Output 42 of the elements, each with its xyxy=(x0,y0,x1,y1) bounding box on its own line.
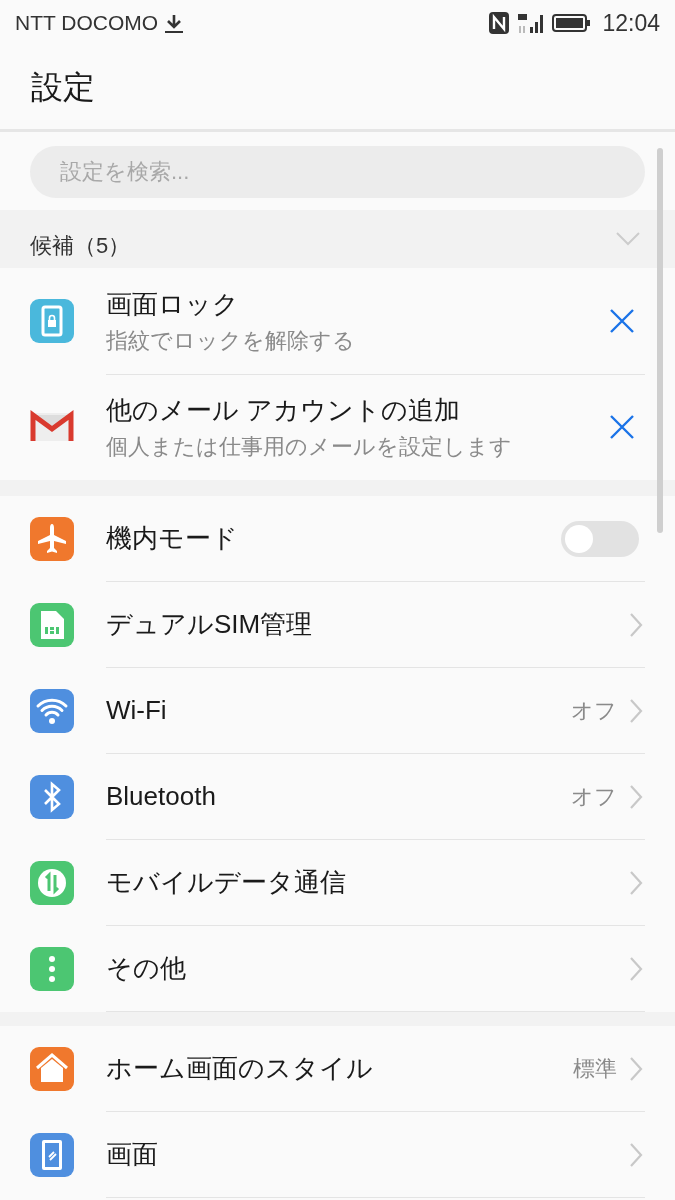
wifi-icon xyxy=(30,689,74,733)
chevron-right-icon xyxy=(629,611,643,638)
toggle-switch[interactable] xyxy=(561,520,639,557)
setting-label: モバイルデータ通信 xyxy=(106,866,347,899)
chevron-right-icon xyxy=(629,1055,643,1082)
carrier-name: NTT DOCOMO xyxy=(15,11,159,35)
nfc-icon xyxy=(488,11,511,35)
section-header: 候補（5） xyxy=(30,232,131,260)
sim-card-icon xyxy=(30,603,74,647)
suggestion-title: 画面ロック xyxy=(106,287,240,321)
setting-label: 機内モード xyxy=(106,522,239,555)
setting-value: オフ xyxy=(571,782,617,811)
setting-label: デュアルSIM管理 xyxy=(106,608,314,641)
chevron-right-icon xyxy=(629,869,643,896)
close-icon[interactable] xyxy=(609,308,635,334)
setting-value: 標準 xyxy=(573,1054,617,1083)
airplane-icon xyxy=(30,517,74,561)
clock-time: 12:04 xyxy=(602,9,660,37)
setting-label: 画面 xyxy=(106,1138,159,1171)
data-arrows-icon xyxy=(30,861,74,905)
suggestion-title: 他のメール アカウントの追加 xyxy=(106,393,462,427)
setting-label: ホーム画面のスタイル xyxy=(106,1052,374,1085)
house-icon xyxy=(30,1047,74,1091)
setting-value: オフ xyxy=(571,696,617,725)
setting-label: Bluetooth xyxy=(106,781,217,812)
chevron-right-icon xyxy=(629,1141,643,1168)
bluetooth-icon xyxy=(30,775,74,819)
close-icon[interactable] xyxy=(609,414,635,440)
chevron-right-icon xyxy=(629,955,643,982)
phone-screen-icon xyxy=(30,1133,74,1177)
screen-lock-icon xyxy=(30,299,74,343)
setting-label: その他 xyxy=(106,952,187,985)
search-field[interactable]: 設定を検索... xyxy=(30,146,645,198)
page-title: 設定 xyxy=(31,67,95,107)
suggestion-subtitle: 個人または仕事用のメールを設定します xyxy=(106,432,513,461)
download-icon xyxy=(164,12,185,34)
suggestion-subtitle: 指紋でロックを解除する xyxy=(106,326,356,355)
more-dots-icon xyxy=(30,947,74,991)
battery-icon xyxy=(552,13,593,33)
chevron-right-icon xyxy=(629,697,643,724)
setting-label: Wi-Fi xyxy=(106,695,168,726)
chevron-right-icon xyxy=(629,783,643,810)
